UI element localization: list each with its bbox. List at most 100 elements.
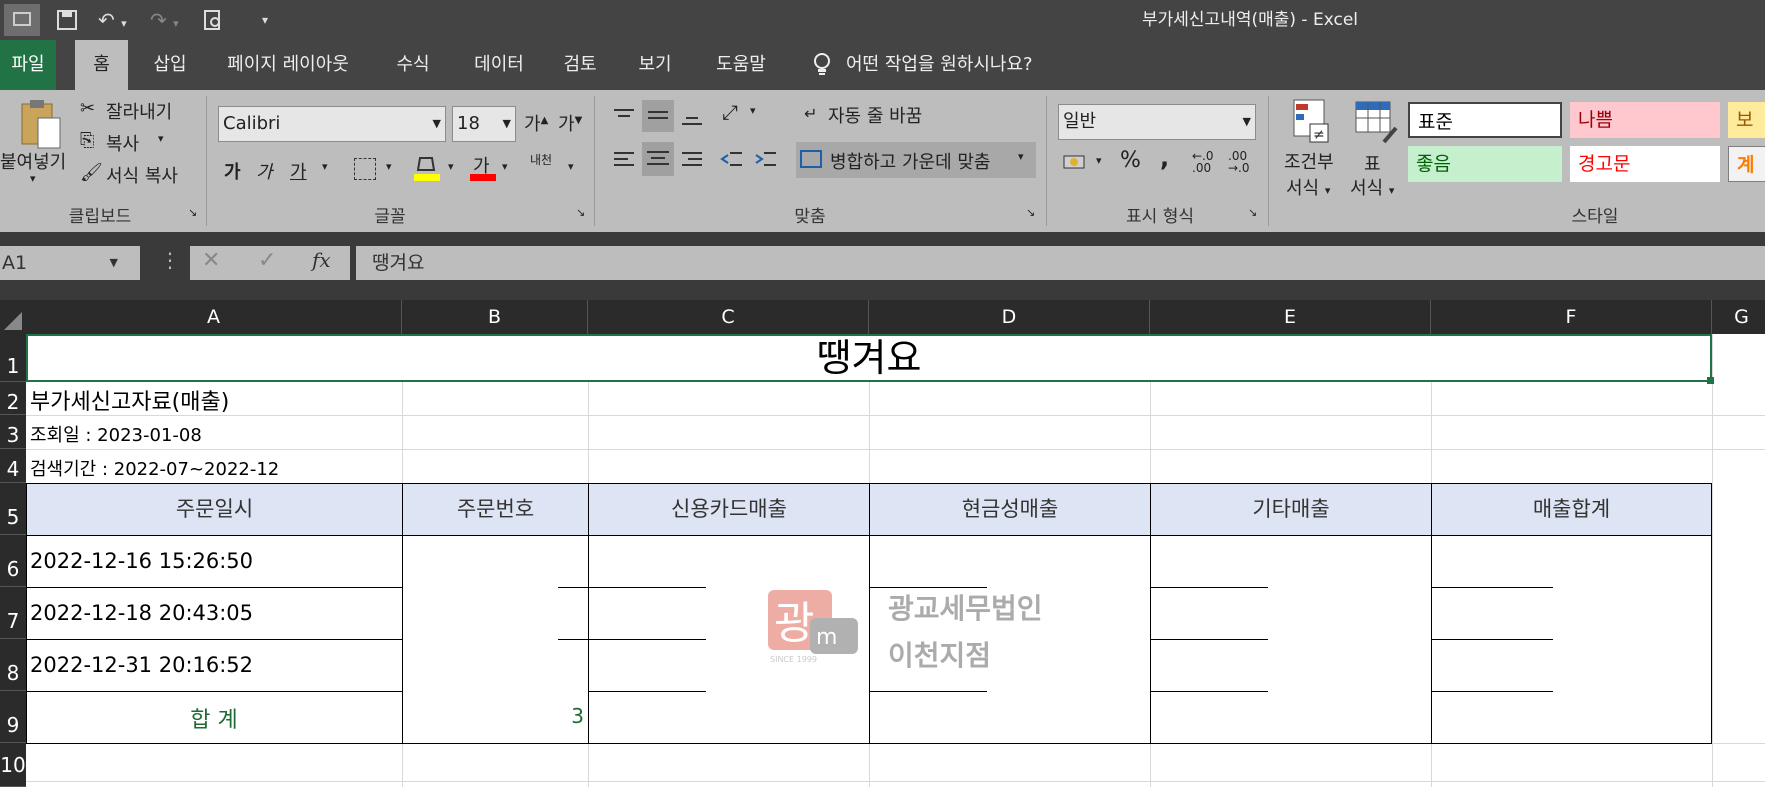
tab-help[interactable]: 도움말	[710, 40, 772, 90]
cancel-icon[interactable]: ✕	[202, 248, 220, 273]
format-as-table-button[interactable]: 표	[1364, 150, 1381, 176]
row-header-4[interactable]: 4	[0, 449, 26, 483]
font-launcher-icon[interactable]: ↘	[576, 206, 585, 219]
more-options-icon[interactable]: ⋮	[160, 248, 180, 272]
tell-me-search[interactable]: 어떤 작업을 원하시나요?	[846, 40, 1056, 90]
formula-input[interactable]: 땡겨요	[356, 246, 1765, 280]
row-header-10[interactable]: 10	[0, 743, 26, 787]
column-header-d[interactable]: D	[869, 300, 1150, 334]
style-normal[interactable]: 표준	[1408, 102, 1562, 138]
header-total-sales[interactable]: 매출합계	[1431, 483, 1712, 536]
wrap-text-button[interactable]: 자동 줄 바꿈	[828, 102, 922, 128]
copy-button[interactable]: 복사	[106, 130, 139, 156]
phonetic-guide-button[interactable]: 내천	[530, 154, 552, 166]
borders-dropdown-icon[interactable]: ▾	[386, 160, 392, 173]
save-icon[interactable]	[56, 6, 78, 34]
order-datetime-cell[interactable]: 2022-12-18 20:43:05	[30, 601, 253, 625]
excel-app-icon[interactable]	[4, 4, 40, 36]
underline-button[interactable]: 가	[290, 158, 307, 184]
bold-button[interactable]: 가	[224, 158, 241, 184]
insert-function-icon[interactable]: fx	[312, 248, 331, 272]
phonetic-dropdown-icon[interactable]: ▾	[568, 160, 574, 173]
column-header-e[interactable]: E	[1150, 300, 1431, 334]
style-bad[interactable]: 나쁨	[1570, 102, 1720, 138]
column-header-a[interactable]: A	[26, 300, 402, 334]
decrease-indent-icon[interactable]	[720, 148, 744, 172]
align-center-icon[interactable]	[642, 142, 674, 176]
column-header-b[interactable]: B	[402, 300, 588, 334]
font-shrink-button[interactable]: 가▼	[558, 110, 582, 136]
paste-button[interactable]: 붙여넣기	[0, 148, 66, 174]
conditional-formatting-label[interactable]: 서식 ▾	[1286, 174, 1330, 200]
tab-review[interactable]: 검토	[558, 40, 602, 90]
merge-center-button[interactable]: 병합하고 가운데 맞춤 ▾	[796, 142, 1036, 178]
copy-dropdown-icon[interactable]: ▾	[158, 132, 164, 145]
number-launcher-icon[interactable]: ↘	[1248, 206, 1257, 219]
header-order-number[interactable]: 주문번호	[402, 483, 589, 536]
clipboard-launcher-icon[interactable]: ↘	[188, 206, 197, 219]
row-header-1[interactable]: 1	[0, 334, 26, 382]
accounting-dropdown-icon[interactable]: ▾	[1096, 154, 1102, 167]
orientation-icon[interactable]: ⤢	[722, 100, 738, 124]
query-date-cell[interactable]: 조회일 : 2023-01-08	[30, 421, 202, 447]
header-other-sales[interactable]: 기타매출	[1150, 483, 1432, 536]
underline-dropdown-icon[interactable]: ▾	[322, 160, 328, 173]
tab-data[interactable]: 데이터	[468, 40, 530, 90]
style-neutral[interactable]: 보통	[1728, 102, 1765, 138]
enter-icon[interactable]: ✓	[258, 248, 276, 273]
tab-formulas[interactable]: 수식	[390, 40, 436, 90]
alignment-launcher-icon[interactable]: ↘	[1026, 206, 1035, 219]
customize-qat-icon[interactable]: ▾	[262, 6, 268, 34]
font-color-icon[interactable]: 가	[470, 152, 496, 182]
increase-indent-icon[interactable]	[754, 148, 778, 172]
fill-color-icon[interactable]	[414, 154, 440, 182]
conditional-formatting-button[interactable]: 조건부	[1284, 148, 1334, 174]
tab-page-layout[interactable]: 페이지 레이아웃	[218, 40, 358, 90]
select-all-button[interactable]	[0, 300, 26, 334]
redo-icon[interactable]: ↷ ▾	[150, 6, 179, 34]
format-as-table-label[interactable]: 서식 ▾	[1350, 174, 1394, 200]
font-grow-button[interactable]: 가▲	[524, 110, 548, 136]
align-middle-icon[interactable]	[642, 100, 674, 132]
undo-icon[interactable]: ↶ ▾	[98, 6, 127, 34]
cut-button[interactable]: 잘라내기	[106, 98, 172, 124]
name-box[interactable]: A1 ▼	[0, 246, 140, 280]
orientation-dropdown-icon[interactable]: ▾	[750, 104, 756, 117]
header-credit-card-sales[interactable]: 신용카드매출	[588, 483, 870, 536]
order-datetime-cell[interactable]: 2022-12-31 20:16:52	[30, 653, 253, 677]
sheet-title-cell[interactable]: 땡겨요	[26, 334, 1712, 382]
total-label-cell[interactable]: 합 계	[26, 702, 402, 734]
search-period-cell[interactable]: 검색기간 : 2022-07~2022-12	[30, 455, 279, 481]
decrease-decimal-icon[interactable]: .00 →.0	[1228, 150, 1250, 174]
merge-dropdown-icon[interactable]: ▾	[1018, 150, 1024, 163]
align-bottom-icon[interactable]	[680, 108, 704, 126]
font-size-select[interactable]: 18 ▼	[452, 106, 516, 142]
align-left-icon[interactable]	[612, 148, 636, 172]
paste-icon[interactable]	[16, 96, 64, 152]
name-box-dropdown-icon[interactable]: ▼	[110, 246, 118, 280]
borders-icon[interactable]	[354, 158, 376, 180]
increase-decimal-icon[interactable]: ←.0.00	[1192, 150, 1214, 174]
row-header-9[interactable]: 9	[0, 691, 26, 743]
row-header-2[interactable]: 2	[0, 382, 26, 415]
column-header-c[interactable]: C	[588, 300, 869, 334]
style-good[interactable]: 좋음	[1408, 146, 1562, 182]
tab-file[interactable]: 파일	[0, 40, 56, 90]
tab-insert[interactable]: 삽입	[145, 40, 195, 90]
font-name-select[interactable]: Calibri ▼	[218, 106, 446, 142]
subtitle-cell[interactable]: 부가세신고자료(매출)	[30, 384, 229, 416]
paste-dropdown-icon[interactable]: ▾	[30, 172, 36, 185]
italic-button[interactable]: 가	[256, 158, 273, 184]
tab-home[interactable]: 홈	[75, 40, 128, 90]
total-count-cell[interactable]: 3	[402, 704, 584, 728]
row-header-5[interactable]: 5	[0, 483, 26, 535]
column-header-g[interactable]: G	[1712, 300, 1765, 334]
row-header-7[interactable]: 7	[0, 587, 26, 639]
accounting-format-icon[interactable]	[1062, 150, 1090, 174]
row-header-8[interactable]: 8	[0, 639, 26, 691]
percent-style-button[interactable]: %	[1120, 148, 1141, 173]
fill-color-dropdown-icon[interactable]: ▾	[448, 160, 454, 173]
row-header-6[interactable]: 6	[0, 535, 26, 587]
tab-view[interactable]: 보기	[632, 40, 678, 90]
print-preview-icon[interactable]	[202, 6, 224, 34]
